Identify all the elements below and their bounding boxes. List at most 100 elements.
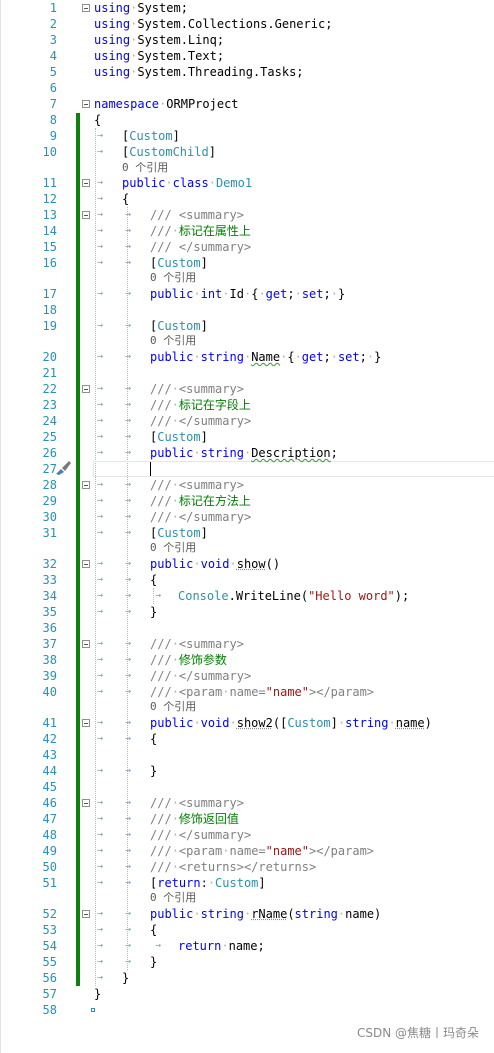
code-line: public·string·Description; xyxy=(150,446,338,460)
line-number: 27 xyxy=(42,462,57,476)
text-caret xyxy=(150,462,151,476)
line-number: 38 xyxy=(42,653,57,667)
fold-toggle[interactable] xyxy=(82,211,90,219)
line-number: 24 xyxy=(42,414,57,428)
line-number: 34 xyxy=(42,589,57,603)
line-number: 44 xyxy=(42,764,57,778)
line-number: 6 xyxy=(49,81,57,95)
code-line: ///·<summary> xyxy=(150,637,244,651)
csdn-watermark: CSDN @焦糖丨玛奇朵 xyxy=(356,1026,479,1040)
code-line: ///·标记在方法上 xyxy=(150,494,251,508)
line-number: 1 xyxy=(49,1,57,15)
code-line: } xyxy=(94,987,102,1001)
line-number: 20 xyxy=(42,350,57,364)
codelens-references[interactable]: 0 个引用 xyxy=(150,699,196,715)
line-number: 4 xyxy=(49,49,57,63)
line-number: 7 xyxy=(49,97,57,111)
code-line: using·System.Threading.Tasks; xyxy=(94,65,304,79)
current-line-highlight xyxy=(93,461,494,477)
fold-toggle[interactable] xyxy=(82,481,90,489)
codelens-references[interactable]: 0 个引用 xyxy=(150,333,196,349)
fold-toggle[interactable] xyxy=(82,560,90,568)
brush-icon[interactable] xyxy=(53,460,73,476)
code-line: /// </summary> xyxy=(150,240,252,254)
code-line: using·System.Collections.Generic; xyxy=(94,17,333,31)
code-line: ///·修饰返回值 xyxy=(150,812,239,826)
line-number: 43 xyxy=(42,748,57,762)
line-number: 15 xyxy=(42,240,57,254)
code-line: } xyxy=(122,971,130,985)
line-number: 21 xyxy=(42,366,57,380)
tab-arrow-icon: → xyxy=(97,193,104,204)
line-number: 5 xyxy=(49,65,57,79)
code-line: public·string·rName(string·name) xyxy=(150,907,382,921)
code-line: public·class·Demo1 xyxy=(122,176,253,190)
code-line: using·System; xyxy=(94,1,188,15)
code-line: ///·</summary> xyxy=(150,510,252,524)
code-line: public·int·Id·{·get;·set;·} xyxy=(150,287,346,301)
code-line: [Custom] xyxy=(150,319,208,333)
line-number: 9 xyxy=(49,129,57,143)
code-line: using·System.Text; xyxy=(94,49,225,63)
line-number: 35 xyxy=(42,605,57,619)
fold-toggle[interactable] xyxy=(82,910,90,918)
line-number: 25 xyxy=(42,430,57,444)
line-end-marker xyxy=(91,1008,95,1012)
line-number: 48 xyxy=(42,828,57,842)
line-number: 56 xyxy=(42,971,57,985)
tab-arrow-icon: → xyxy=(97,146,104,157)
tab-arrow-icon: → xyxy=(97,177,104,188)
line-number: 52 xyxy=(42,907,57,921)
fold-toggle[interactable] xyxy=(82,385,90,393)
line-number: 28 xyxy=(42,478,57,492)
line-number: 12 xyxy=(42,192,57,206)
fold-toggle[interactable] xyxy=(82,100,90,108)
line-number: 16 xyxy=(42,256,57,270)
code-line: /// <summary> xyxy=(150,208,244,222)
code-line: ///·<param·name="name"></param> xyxy=(150,844,375,858)
code-line: ///·</summary> xyxy=(150,828,252,842)
indent-guide xyxy=(153,588,154,604)
code-editor[interactable]: 1 2 3 4 5 6 7 8 9 10 11 12 13 14 15 16 1… xyxy=(0,0,494,1053)
line-number: 26 xyxy=(42,446,57,460)
code-line: [Custom] xyxy=(150,430,208,444)
line-number: 40 xyxy=(42,685,57,699)
code-line: using·System.Linq; xyxy=(94,33,225,47)
fold-toggle[interactable] xyxy=(82,719,90,727)
line-number: 50 xyxy=(42,860,57,874)
line-number: 37 xyxy=(42,637,57,651)
code-line: { xyxy=(150,732,158,746)
codelens-references[interactable]: 0 个引用 xyxy=(150,270,196,286)
fold-toggle[interactable] xyxy=(82,799,90,807)
line-number: 14 xyxy=(42,224,57,238)
codelens-references[interactable]: 0 个引用 xyxy=(150,890,196,906)
line-number: 46 xyxy=(42,796,57,810)
line-number: 3 xyxy=(49,33,57,47)
code-line: return·name; xyxy=(178,939,265,953)
fold-toggle[interactable] xyxy=(82,640,90,648)
code-line: public·void·show2([Custom]·string·name) xyxy=(150,716,432,730)
code-line: } xyxy=(150,764,158,778)
line-number: 41 xyxy=(42,716,57,730)
line-number: 11 xyxy=(42,176,57,190)
code-line: ///·标记在字段上 xyxy=(150,398,251,412)
code-line: Console.WriteLine("Hello word"); xyxy=(178,589,410,603)
line-number: 13 xyxy=(42,208,57,222)
line-number: 33 xyxy=(42,573,57,587)
codelens-references[interactable]: 0 个引用 xyxy=(150,540,196,556)
code-line: public·void·show() xyxy=(150,557,281,571)
code-line: ///·<summary> xyxy=(150,796,244,810)
codelens-references[interactable]: 0 个引用 xyxy=(122,160,168,176)
code-line: namespace·ORMProject xyxy=(94,97,239,111)
change-indicator-bar xyxy=(76,113,80,986)
line-number: 53 xyxy=(42,923,57,937)
code-line: ///·</summary> xyxy=(150,414,252,428)
code-line: public·string·Name·{·get;·set;·} xyxy=(150,350,382,364)
fold-toggle[interactable] xyxy=(82,4,90,12)
line-number: 19 xyxy=(42,319,57,333)
code-line: ///·<param·name="name"></param> xyxy=(150,685,375,699)
fold-toggle[interactable] xyxy=(82,179,90,187)
code-line: } xyxy=(150,955,158,969)
line-number: 32 xyxy=(42,557,57,571)
line-number: 45 xyxy=(42,780,57,794)
